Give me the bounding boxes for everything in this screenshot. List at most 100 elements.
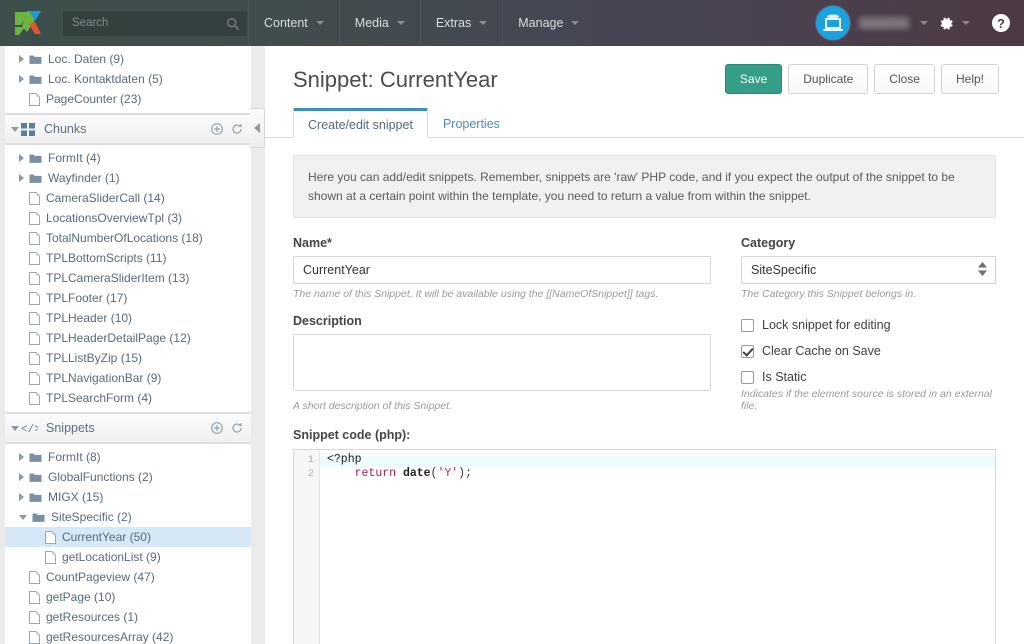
tree-node-cameraslidercall[interactable]: CameraSliderCall (14) (5, 188, 251, 208)
refresh-icon[interactable] (231, 123, 243, 135)
category-select-value[interactable]: SiteSpecific (741, 256, 996, 285)
gear-icon (940, 17, 953, 30)
code-editor[interactable]: 1 2 <?php return date('Y'); (293, 449, 996, 644)
nav-item-media[interactable]: Media (338, 0, 420, 46)
tree-node-loc-daten[interactable]: Loc. Daten (9) (5, 49, 251, 69)
tree-root: Loc. Daten (9) Loc. Kontaktdaten (5) PageC… (0, 46, 256, 644)
code-keyword-return: return (354, 467, 397, 481)
tree-node-tplsearchform[interactable]: TPLSearchForm (4) (5, 388, 251, 408)
chevron-right-icon[interactable] (19, 473, 24, 481)
chevron-down-icon[interactable] (19, 514, 27, 520)
tree-section-actions (211, 422, 243, 434)
tree-node-getresources[interactable]: getResources (1) (5, 607, 251, 627)
file-icon (29, 251, 40, 265)
tree-node-countpageview[interactable]: CountPageview (47) (5, 567, 251, 587)
help-button[interactable]: Help! (940, 64, 999, 94)
chevron-right-icon[interactable] (19, 174, 24, 182)
tree-node-totalnumberoflocations[interactable]: TotalNumberOfLocations (18) (5, 228, 251, 248)
tree-node-pagecounter[interactable]: PageCounter (23) (5, 89, 251, 109)
refresh-icon[interactable] (231, 422, 243, 434)
tree-node-loc-kontaktdaten[interactable]: Loc. Kontaktdaten (5) (5, 69, 251, 89)
description-textarea[interactable] (293, 334, 711, 392)
tree-node-migx[interactable]: MIGX (15) (5, 487, 251, 507)
tree-node-getpage[interactable]: getPage (10) (5, 587, 251, 607)
modx-logo-icon[interactable] (0, 0, 56, 46)
form-column-right: Category SiteSpecific The Category this … (741, 236, 996, 412)
file-icon (29, 570, 40, 584)
tree-section-snippets[interactable]: </> Snippets (5, 413, 251, 443)
line-number: 2 (307, 468, 314, 481)
form-column-left: Name* The name of this Snippet. It will … (293, 236, 711, 412)
chevron-right-icon[interactable] (19, 453, 24, 461)
chevron-down-icon[interactable] (920, 21, 928, 25)
tree-node-currentyear[interactable]: CurrentYear (50) (5, 527, 251, 547)
tree-node-tpllistbyzip[interactable]: TPLListByZip (15) (5, 348, 251, 368)
top-navigation-bar: Content Media Extras Manage (0, 0, 1024, 46)
tree-node-label: LocationsOverviewTpl (3) (46, 211, 183, 225)
code-brackets-icon: </> (21, 422, 38, 434)
nav-item-extras[interactable]: Extras (419, 0, 502, 46)
plus-circle-icon[interactable] (211, 123, 223, 135)
lock-snippet-checkbox[interactable] (741, 318, 754, 332)
tree-node-formit[interactable]: FormIt (8) (5, 447, 251, 467)
code-text-area[interactable]: <?php return date('Y'); (320, 450, 995, 644)
lock-snippet-checkbox-row[interactable]: Lock snippet for editing (741, 318, 996, 332)
folder-icon (29, 472, 42, 483)
tree-node-tplbottomscripts[interactable]: TPLBottomScripts (11) (5, 248, 251, 268)
tab-create-edit-snippet[interactable]: Create/edit snippet (293, 108, 428, 138)
settings-button[interactable] (930, 0, 978, 46)
tree-node-label: Wayfinder (1) (48, 171, 120, 185)
is-static-checkbox-row[interactable]: Is Static (741, 370, 996, 384)
search-box[interactable] (62, 9, 248, 37)
tree-node-wayfinder[interactable]: Wayfinder (1) (5, 168, 251, 188)
tree-node-tplfooter[interactable]: TPLFooter (17) (5, 288, 251, 308)
tree-node-label: CameraSliderCall (14) (46, 191, 165, 205)
search-input[interactable] (63, 10, 247, 36)
user-avatar-icon[interactable] (816, 6, 850, 40)
file-icon (29, 391, 40, 405)
tab-bar: Create/edit snippet Properties (265, 108, 1024, 138)
lock-snippet-label: Lock snippet for editing (762, 318, 891, 333)
clear-cache-checkbox-row[interactable]: Clear Cache on Save (741, 344, 996, 358)
question-mark-icon[interactable]: ? (992, 14, 1010, 32)
tree-node-tplheader[interactable]: TPLHeader (10) (5, 308, 251, 328)
chevron-down-icon[interactable] (11, 126, 19, 132)
duplicate-button[interactable]: Duplicate (788, 64, 869, 94)
chevron-down-icon[interactable] (11, 425, 19, 431)
tree-node-formit[interactable]: FormIt (4) (5, 148, 251, 168)
nav-item-content[interactable]: Content (248, 0, 339, 46)
line-number: 1 (307, 454, 314, 467)
tree-node-label: CountPageview (47) (46, 570, 155, 584)
tree-node-tplcameraslideritem[interactable]: TPLCameraSliderItem (13) (5, 268, 251, 288)
chevron-right-icon[interactable] (19, 75, 24, 83)
chevron-right-icon[interactable] (19, 154, 24, 162)
form-grid: Name* The name of this Snippet. It will … (265, 218, 1024, 412)
tab-properties[interactable]: Properties (428, 109, 515, 138)
nav-item-manage[interactable]: Manage (502, 0, 594, 46)
clear-cache-checkbox[interactable] (741, 344, 754, 358)
name-hint: The name of this Snippet. It will be ava… (293, 288, 659, 301)
chevron-right-icon[interactable] (19, 55, 24, 63)
tree-node-getresourcesarray[interactable]: getResourcesArray (42) (5, 627, 251, 644)
tree-node-tplnavigationbar[interactable]: TPLNavigationBar (9) (5, 368, 251, 388)
close-button[interactable]: Close (874, 64, 935, 94)
save-button[interactable]: Save (724, 64, 783, 94)
tree-node-label: TPLListByZip (15) (46, 351, 143, 365)
element-tree-sidebar[interactable]: Loc. Daten (9) Loc. Kontaktdaten (5) PageC… (0, 46, 256, 644)
tree-section-chunks[interactable]: Chunks (5, 114, 251, 144)
code-line-1-text: <?php (327, 453, 362, 467)
tree-node-tplheaderdetailpage[interactable]: TPLHeaderDetailPage (12) (5, 328, 251, 348)
tree-node-sitespecific[interactable]: SiteSpecific (2) (5, 507, 251, 527)
tree-section-label: Chunks (44, 122, 87, 136)
name-input[interactable] (293, 256, 711, 285)
category-select[interactable]: SiteSpecific (741, 256, 996, 285)
tree-node-globalfunctions[interactable]: GlobalFunctions (2) (5, 467, 251, 487)
is-static-checkbox[interactable] (741, 370, 754, 384)
chevron-right-icon[interactable] (19, 493, 24, 501)
tree-node-label: TotalNumberOfLocations (18) (46, 231, 203, 245)
sidebar-collapse-handle[interactable] (250, 108, 265, 148)
tree-node-getlocationlist[interactable]: getLocationList (9) (5, 547, 251, 567)
plus-circle-icon[interactable] (211, 422, 223, 434)
tree-node-locationsoverviewtpl[interactable]: LocationsOverviewTpl (3) (5, 208, 251, 228)
chevron-left-icon (253, 123, 260, 133)
